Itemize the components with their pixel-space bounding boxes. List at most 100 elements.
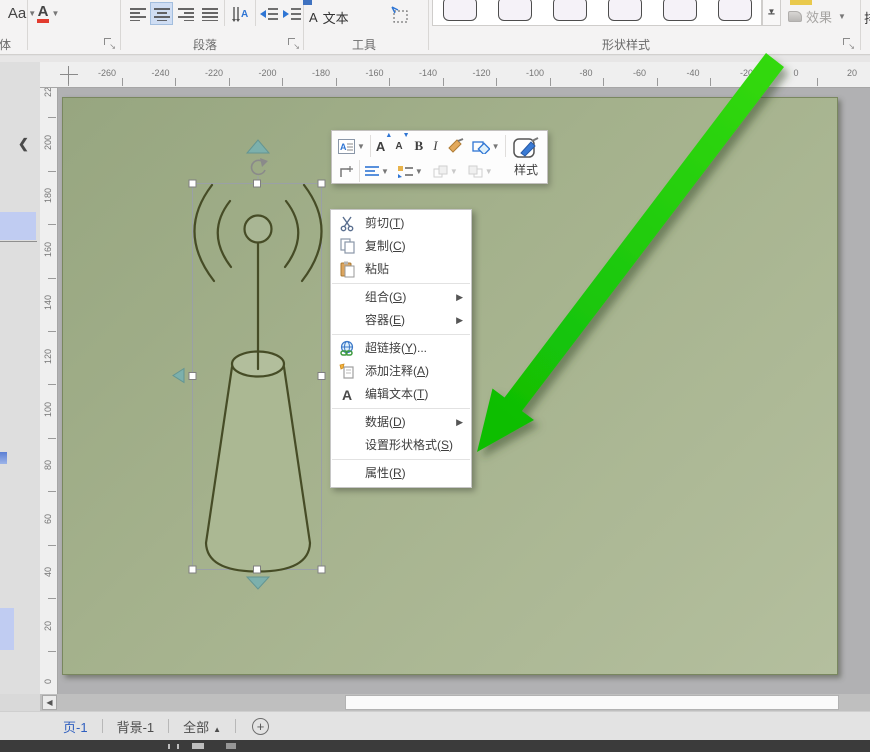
ruler-tick [48,278,56,279]
ruler-label: 140 [43,298,53,310]
text-align-button[interactable]: ▼ [363,160,391,182]
format-painter-button[interactable] [445,135,467,157]
menu-item-format-shape[interactable]: 设置形状格式(S) [331,434,471,457]
connector-icon [338,164,354,179]
effects-label: 效果 [806,7,832,26]
menu-item-edit-text[interactable]: A 编辑文本(T) [331,383,471,406]
collapse-panel-chevron-icon[interactable]: ❮ [18,136,29,152]
ruler-label: -200 [259,68,277,78]
area-select-icon [390,5,410,25]
send-backward-button[interactable]: ▼ [466,160,495,182]
tab-divider [168,719,169,733]
paragraph-dialog-launcher[interactable] [288,38,299,49]
bring-forward-icon [433,165,448,178]
font-dialog-launcher[interactable] [104,38,115,49]
mini-format-toolbar: A ▼ A▲ A▼ B I ▼ ▼ ▼ ▼ [331,130,548,184]
menu-item-hyperlink[interactable]: 超链接(Y)... [331,337,471,360]
font-color-label: A [37,4,50,23]
ruler-label: 100 [43,405,53,417]
menu-item-label: 添加注释(A) [365,364,429,378]
ruler-tick [48,117,56,118]
bring-forward-button[interactable]: ▼ [431,160,460,182]
text-tool-button[interactable]: A 文本 [309,7,349,27]
align-center-button[interactable] [150,2,173,25]
ruler-tick [657,78,658,86]
align-left-button[interactable] [126,2,149,25]
shape-style-swatch[interactable] [498,0,532,21]
shape-style-swatch[interactable] [608,0,642,21]
menu-item-cut[interactable]: 剪切(T) [331,212,471,235]
shape-styles-dialog-launcher[interactable] [843,38,854,49]
menu-item-add-comment[interactable]: 添加注释(A) [331,360,471,383]
grow-font-button[interactable]: A▲ [374,135,387,157]
effects-button[interactable]: 效果 ▼ [788,6,854,26]
text-block-button[interactable]: A ▼ [336,135,367,157]
quick-style-icon [513,137,539,161]
area-select-tool-button[interactable] [390,5,410,25]
align-left-icon [130,7,146,21]
tab-page-1[interactable]: 页-1 [55,717,96,736]
ruler-tick [48,491,56,492]
ruler-tick [336,78,337,86]
gallery-more-button[interactable]: ▼▔ [762,0,781,26]
panel-icon-fragment [0,452,7,464]
submenu-arrow-icon: ▶ [456,309,463,332]
quick-style-button[interactable]: 样式 [509,133,543,181]
ruler-tick [175,78,176,86]
send-backward-icon [468,165,483,178]
format-painter-icon [447,138,465,154]
shape-style-button[interactable]: ▼ [470,135,502,157]
ruler-label: -180 [312,68,330,78]
ruler-tick [710,78,711,86]
add-page-button[interactable]: + [252,718,269,735]
shrink-font-button[interactable]: A▼ [393,135,404,157]
shape-style-swatch[interactable] [443,0,477,21]
text-direction-button[interactable]: A [228,2,252,25]
scroll-left-button[interactable]: ◀ [42,695,57,710]
menu-item-copy[interactable]: 复制(C) [331,235,471,258]
scrollbar-thumb[interactable] [345,695,839,710]
text-tool-label: 文本 [323,8,349,27]
font-color-button[interactable]: A▼ [30,1,66,25]
menu-item-container[interactable]: 容器(E) ▶ [331,309,471,332]
ruler-tick [496,78,497,86]
ruler-label: -40 [687,68,700,78]
horizontal-ruler[interactable]: -260-240-220-200-180-160-140-120-100-80-… [40,62,870,88]
decrease-indent-button[interactable] [258,2,280,25]
ribbon: Aa▼ A▼ 字体 A 段落 A 文本 工具 [0,0,870,55]
horizontal-scrollbar[interactable]: ◀ [40,694,870,711]
tab-label: 页-1 [63,720,88,735]
submenu-arrow-icon: ▶ [456,411,463,434]
italic-button[interactable]: I [431,135,439,157]
shape-style-gallery[interactable] [432,0,762,26]
menu-item-data[interactable]: 数据(D) ▶ [331,411,471,434]
ruler-origin-crosshair-icon [60,66,78,84]
ruler-label: 200 [43,138,53,150]
tab-background-1[interactable]: 背景-1 [109,717,163,736]
shape-style-swatch[interactable] [718,0,752,21]
svg-text:A: A [340,142,347,152]
increase-indent-button[interactable] [281,2,303,25]
bold-button[interactable]: B [413,135,426,157]
shape-style-swatch[interactable] [663,0,697,21]
chevron-down-icon: ▼ [381,167,389,176]
menu-item-paste[interactable]: 粘贴 [331,258,471,281]
shape-style-swatch[interactable] [553,0,587,21]
ruler-label: -160 [366,68,384,78]
justify-button[interactable] [198,2,221,25]
copy-icon [339,238,356,255]
menu-item-properties[interactable]: 属性(R) [331,462,471,485]
ruler-label: 20 [847,68,857,78]
bullets-button[interactable]: ▼ [396,160,425,182]
menu-item-label: 设置形状格式(S) [365,438,453,452]
ruler-tick [48,331,56,332]
vertical-ruler[interactable]: 220200180160140120100806040200 [40,88,58,694]
tab-all-pages[interactable]: 全部▲ [175,717,229,736]
connector-button[interactable] [336,160,356,182]
align-right-button[interactable] [174,2,197,25]
tab-divider [235,719,236,733]
menu-item-group[interactable]: 组合(G) ▶ [331,286,471,309]
font-group-label: 字体 [0,36,11,53]
scissors-icon [339,215,356,232]
ruler-tick [282,78,283,86]
